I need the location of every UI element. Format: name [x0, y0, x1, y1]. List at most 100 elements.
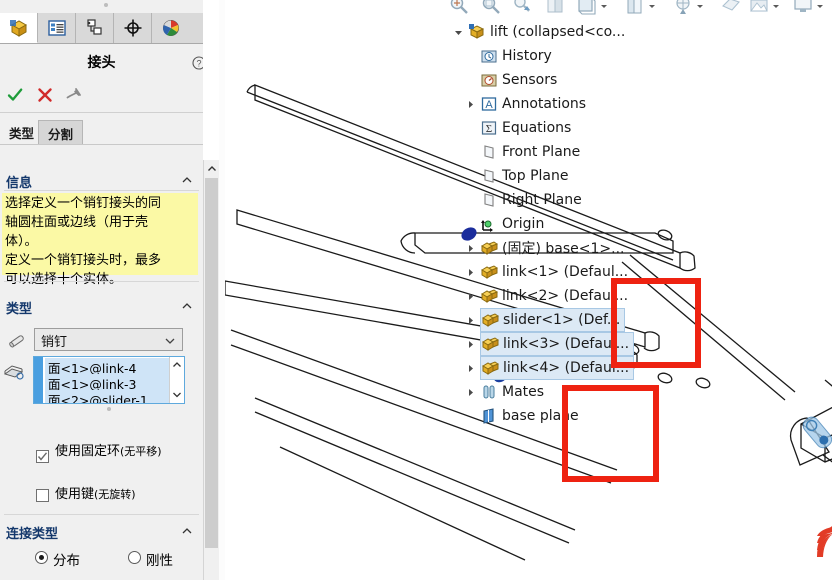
check-icon: [7, 88, 23, 101]
list-item[interactable]: 面<1>@link-4: [45, 358, 169, 374]
appearances-icon[interactable]: [748, 0, 770, 16]
zoom-to-area-icon[interactable]: [480, 0, 502, 16]
chevron-down-icon[interactable]: [170, 388, 184, 402]
part-icon: [481, 359, 500, 377]
tree-item-1[interactable]: History: [480, 44, 552, 68]
expand-arrow-icon[interactable]: [464, 92, 476, 116]
solid-box-icon: [9, 19, 27, 37]
configuration-manager-tab[interactable]: [76, 13, 114, 43]
chevron-up-icon[interactable]: [181, 525, 193, 537]
tree-item-3[interactable]: A Annotations: [480, 92, 586, 116]
rigid-radio[interactable]: [128, 551, 141, 564]
display-manager-tab[interactable]: [152, 13, 190, 43]
scene-dropdown[interactable]: [816, 2, 824, 10]
history-folder-icon: [480, 47, 498, 65]
view-toolbar[interactable]: [440, 0, 832, 20]
scrollbar-thumb[interactable]: [205, 178, 218, 548]
appearances-dropdown[interactable]: [772, 2, 780, 10]
tree-item-8[interactable]: Origin: [480, 212, 544, 236]
tree-item-12[interactable]: slider<1> (Def...: [480, 308, 626, 332]
question-mark-icon: ?: [192, 56, 203, 70]
tree-item-label: Top Plane: [502, 168, 569, 184]
section-header-connection-type[interactable]: 连接类型: [0, 521, 203, 543]
view-orientation-dropdown[interactable]: [696, 2, 704, 10]
distributed-radio[interactable]: [35, 551, 48, 564]
panel-resize-dot[interactable]: [104, 3, 108, 7]
message-line-4: 定义一个销钉接头时，最多: [5, 253, 162, 268]
tree-item-label: link<1> (Defaul...: [502, 264, 629, 280]
chevron-down-icon[interactable]: [165, 335, 175, 345]
feature-manager-tab[interactable]: [0, 13, 38, 43]
tree-item-10[interactable]: link<1> (Defaul...: [480, 260, 628, 284]
section-view-dropdown[interactable]: [648, 2, 656, 10]
section-header-message[interactable]: 信息: [0, 170, 203, 192]
display-style-icon[interactable]: [576, 0, 598, 16]
connector-type-select[interactable]: 销钉: [34, 328, 183, 351]
selection-listbox[interactable]: 面<1>@link-4 面<1>@link-3 面<2>@slider-1: [33, 356, 185, 404]
tree-item-15[interactable]: Mates: [480, 380, 544, 404]
plane-icon: [480, 191, 498, 209]
ok-button[interactable]: [3, 84, 27, 106]
scene-icon[interactable]: [792, 0, 814, 16]
section-rule: [4, 190, 199, 191]
svg-text:Σ: Σ: [486, 123, 492, 135]
checkbox-label-sub: (无旋转): [94, 488, 136, 501]
zoom-in-out-icon[interactable]: [512, 0, 534, 16]
pin-connector-icon: [6, 332, 28, 350]
section-header-type[interactable]: 类型: [0, 296, 203, 318]
section-view-icon[interactable]: [624, 0, 646, 16]
list-item[interactable]: 面<1>@link-3: [45, 374, 169, 390]
chevron-up-icon[interactable]: [181, 174, 193, 186]
chevron-up-icon[interactable]: [170, 358, 184, 372]
expand-arrow-icon[interactable]: [464, 308, 476, 332]
tab-type[interactable]: 类型: [0, 120, 44, 144]
list-item[interactable]: 面<2>@slider-1: [45, 390, 169, 403]
distributed-radio-label: 分布: [53, 553, 80, 569]
feature-manager-tree[interactable]: lift (collapsed<co... History Sensors A Anno…: [454, 20, 686, 440]
part-icon: [480, 287, 499, 305]
tree-item-2[interactable]: Sensors: [480, 68, 557, 92]
collapse-arrow-icon[interactable]: [452, 20, 464, 44]
x-icon: [38, 88, 52, 102]
expand-arrow-icon[interactable]: [464, 236, 476, 260]
chevron-up-icon[interactable]: [205, 162, 219, 176]
lower-connector-highlight: [562, 385, 659, 482]
tree-item-6[interactable]: Top Plane: [480, 164, 568, 188]
zoom-to-fit-icon[interactable]: [448, 0, 470, 16]
tree-item-9[interactable]: (固定) base<1>...: [480, 236, 624, 260]
tree-item-11[interactable]: link<2> (Defaul...: [480, 284, 628, 308]
list-resize-dot[interactable]: [107, 407, 111, 411]
expand-arrow-icon[interactable]: [464, 260, 476, 284]
cancel-button[interactable]: [33, 84, 57, 106]
chevron-up-icon[interactable]: [181, 300, 193, 312]
property-manager-panel: 接头 ? 类型 分割 信息 选择定义一个销钉接头的同 轴圆柱面或边线（用于壳 体…: [0, 0, 203, 580]
tree-item-label: Front Plane: [502, 144, 581, 160]
expand-arrow-icon[interactable]: [464, 380, 476, 404]
tree-item-5[interactable]: Front Plane: [480, 140, 580, 164]
panel-scrollbar[interactable]: [203, 160, 220, 580]
message-line-2: 轴圆柱面或边线（用于壳: [5, 215, 149, 230]
tab-split[interactable]: 分割: [38, 120, 84, 144]
pin-button[interactable]: [63, 84, 87, 106]
checkbox-label-sub: (无平移): [120, 445, 162, 458]
display-style-dropdown[interactable]: [600, 2, 608, 10]
tree-item-4[interactable]: Σ Equations: [480, 116, 571, 140]
use-key-checkbox[interactable]: [36, 489, 49, 502]
section-title-connection-type: 连接类型: [6, 527, 59, 542]
header-divider: [0, 112, 203, 113]
dimxpert-manager-tab[interactable]: [114, 13, 152, 43]
view-orientation-2-icon[interactable]: [672, 0, 694, 16]
property-manager-actions: [0, 84, 203, 110]
use-retaining-ring-checkbox[interactable]: [36, 450, 49, 463]
listbox-scrollbar[interactable]: [169, 357, 184, 403]
tree-item-0[interactable]: lift (collapsed<co...: [468, 20, 625, 44]
graphics-area[interactable]: lift (collapsed<co... History Sensors A Anno…: [225, 0, 832, 580]
expand-arrow-icon[interactable]: [464, 332, 476, 356]
tree-item-7[interactable]: Right Plane: [480, 188, 582, 212]
help-button[interactable]: ?: [192, 56, 203, 70]
expand-arrow-icon[interactable]: [464, 356, 476, 380]
property-manager-tab[interactable]: [38, 13, 76, 43]
view-orientation-icon[interactable]: [544, 0, 566, 16]
expand-arrow-icon[interactable]: [464, 284, 476, 308]
hide-show-icon[interactable]: [720, 0, 742, 16]
